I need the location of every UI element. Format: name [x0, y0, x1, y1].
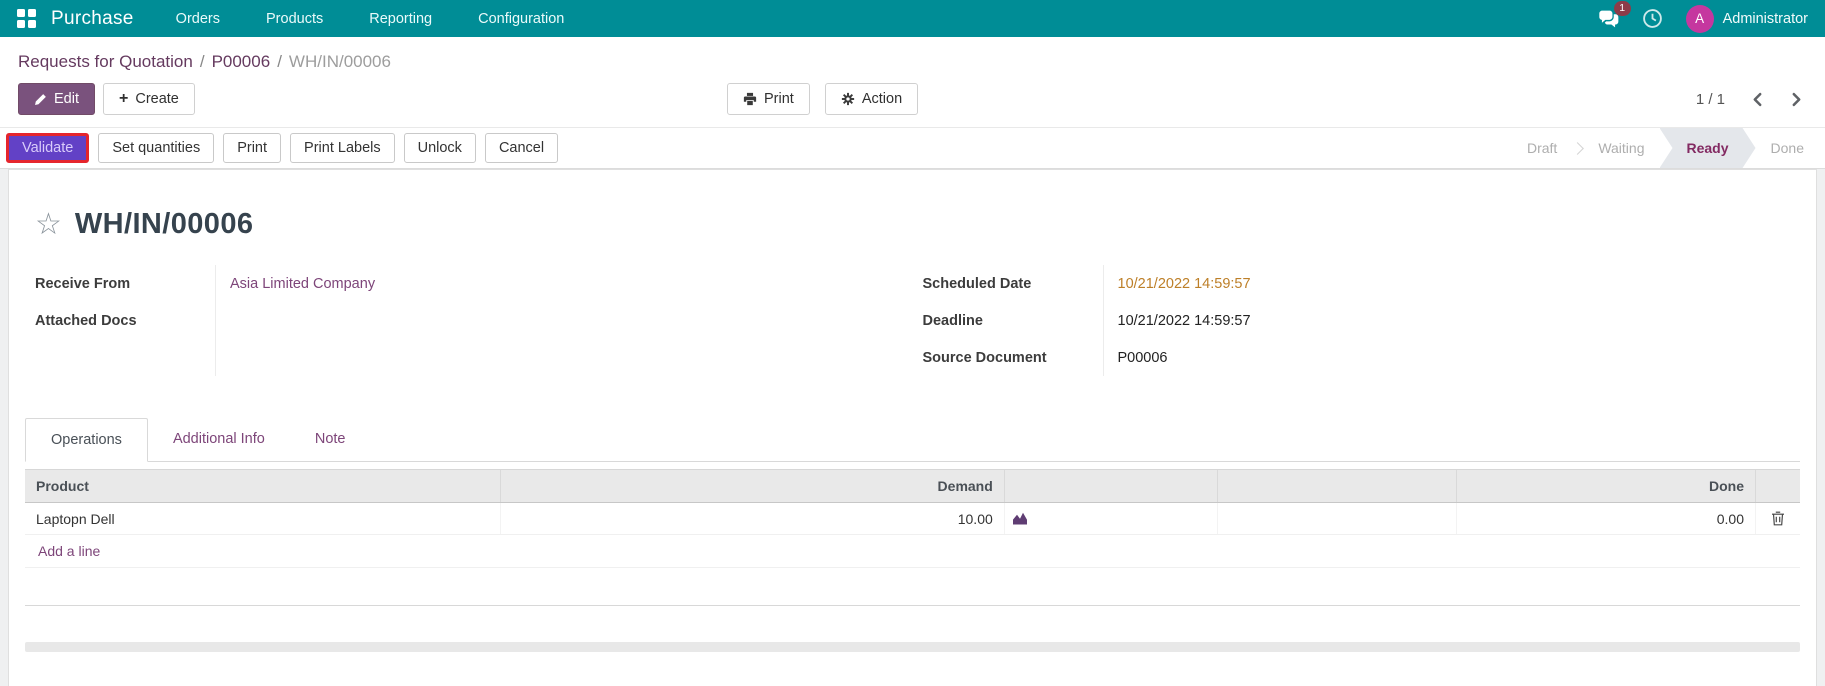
main-menu: Orders Products Reporting Configuration [176, 11, 565, 27]
menu-configuration[interactable]: Configuration [478, 11, 564, 27]
control-panel: Edit + Create Print Action 1 / 1 [0, 77, 1825, 127]
delete-row-trash-icon[interactable] [1756, 503, 1800, 534]
breadcrumb-separator: / [199, 52, 205, 71]
messages-icon[interactable]: 1 [1598, 0, 1631, 30]
scheduled-date-value: 10/21/2022 14:59:57 [1102, 265, 1801, 302]
menu-reporting[interactable]: Reporting [369, 11, 432, 27]
breadcrumb-rfq-link[interactable]: Requests for Quotation [18, 52, 193, 71]
state-ready[interactable]: Ready [1660, 128, 1756, 168]
left-field-group: Receive From Asia Limited Company Attach… [35, 265, 918, 376]
user-name: Administrator [1722, 10, 1808, 27]
validate-button[interactable]: Validate [6, 133, 90, 163]
source-document-value: P00006 [1102, 339, 1801, 376]
menu-orders[interactable]: Orders [176, 11, 220, 27]
forecast-chart-icon[interactable] [1005, 503, 1218, 534]
edit-button[interactable]: Edit [18, 83, 95, 115]
pencil-icon [34, 93, 47, 106]
systray: 1 A Administrator [1598, 0, 1808, 33]
operations-table: Product Demand Done Laptopn Dell 10.00 0… [25, 469, 1800, 652]
set-quantities-button[interactable]: Set quantities [98, 133, 215, 163]
top-navbar: Purchase Orders Products Reporting Confi… [0, 0, 1825, 37]
print-labels-button[interactable]: Print Labels [290, 133, 395, 163]
breadcrumb-current: WH/IN/00006 [288, 52, 391, 71]
breadcrumb-separator: / [277, 52, 282, 71]
tab-additional-info[interactable]: Additional Info [148, 418, 290, 461]
deadline-value: 10/21/2022 14:59:57 [1102, 302, 1801, 339]
state-pipeline: Draft Waiting Ready Done [1512, 128, 1819, 168]
empty-table-space [25, 568, 1800, 606]
content-area: ☆ WH/IN/00006 Receive From Asia Limited … [0, 169, 1825, 686]
column-header-product: Product [25, 470, 501, 502]
cancel-button[interactable]: Cancel [484, 133, 559, 163]
plus-icon: + [119, 90, 129, 107]
action-menu-button[interactable]: Action [824, 83, 919, 115]
apps-grid-icon[interactable] [17, 9, 36, 28]
cell-demand: 10.00 [501, 503, 1005, 534]
message-count-badge: 1 [1613, 0, 1631, 16]
source-document-label: Source Document [922, 349, 1047, 366]
table-header-row: Product Demand Done [25, 469, 1800, 503]
tab-note[interactable]: Note [290, 418, 371, 461]
favorite-star-icon[interactable]: ☆ [35, 209, 62, 240]
create-button[interactable]: + Create [103, 83, 195, 115]
receive-from-value[interactable]: Asia Limited Company [230, 276, 375, 292]
field-groups: Receive From Asia Limited Company Attach… [25, 265, 1800, 376]
column-header-done: Done [1457, 470, 1756, 502]
app-name[interactable]: Purchase [51, 8, 134, 30]
right-field-group: Scheduled Date 10/21/2022 14:59:57 Deadl… [923, 265, 1801, 376]
activities-clock-icon[interactable] [1642, 8, 1664, 30]
unlock-button[interactable]: Unlock [403, 133, 476, 163]
printer-icon [743, 92, 757, 106]
attached-docs-value [215, 302, 918, 339]
statusbar: Validate Set quantities Print Print Labe… [0, 127, 1825, 169]
receive-from-label: Receive From [35, 275, 131, 292]
cell-product: Laptopn Dell [25, 503, 501, 534]
chevron-separator-icon [1571, 141, 1585, 155]
pager-next-button[interactable] [1790, 92, 1803, 107]
breadcrumb-p00006-link[interactable]: P00006 [212, 52, 271, 71]
notebook-tabs: Operations Additional Info Note [25, 418, 1800, 462]
print-menu-button[interactable]: Print [727, 83, 810, 115]
pager-previous-button[interactable] [1751, 92, 1764, 107]
state-waiting[interactable]: Waiting [1583, 128, 1659, 168]
breadcrumb: Requests for Quotation / P00006 / WH/IN/0000… [0, 37, 1825, 77]
cell-done: 0.00 [1457, 503, 1756, 534]
attached-docs-label: Attached Docs [35, 312, 137, 329]
gear-icon [841, 92, 855, 106]
form-sheet: ☆ WH/IN/00006 Receive From Asia Limited … [8, 169, 1817, 686]
state-draft[interactable]: Draft [1512, 128, 1572, 168]
column-header-demand: Demand [501, 470, 1005, 502]
state-done[interactable]: Done [1756, 128, 1819, 168]
table-row[interactable]: Laptopn Dell 10.00 0.00 [25, 503, 1800, 535]
tab-operations[interactable]: Operations [25, 418, 148, 462]
user-menu[interactable]: A Administrator [1685, 4, 1808, 33]
scheduled-date-label: Scheduled Date [922, 275, 1032, 292]
add-a-line-link[interactable]: Add a line [25, 535, 1800, 568]
print-button[interactable]: Print [223, 133, 282, 163]
menu-products[interactable]: Products [266, 11, 323, 27]
deadline-label: Deadline [922, 312, 983, 329]
record-title: WH/IN/00006 [74, 208, 254, 240]
avatar: A [1685, 4, 1714, 33]
horizontal-scrollbar[interactable] [25, 642, 1800, 652]
pager-counter: 1 / 1 [1695, 90, 1725, 108]
